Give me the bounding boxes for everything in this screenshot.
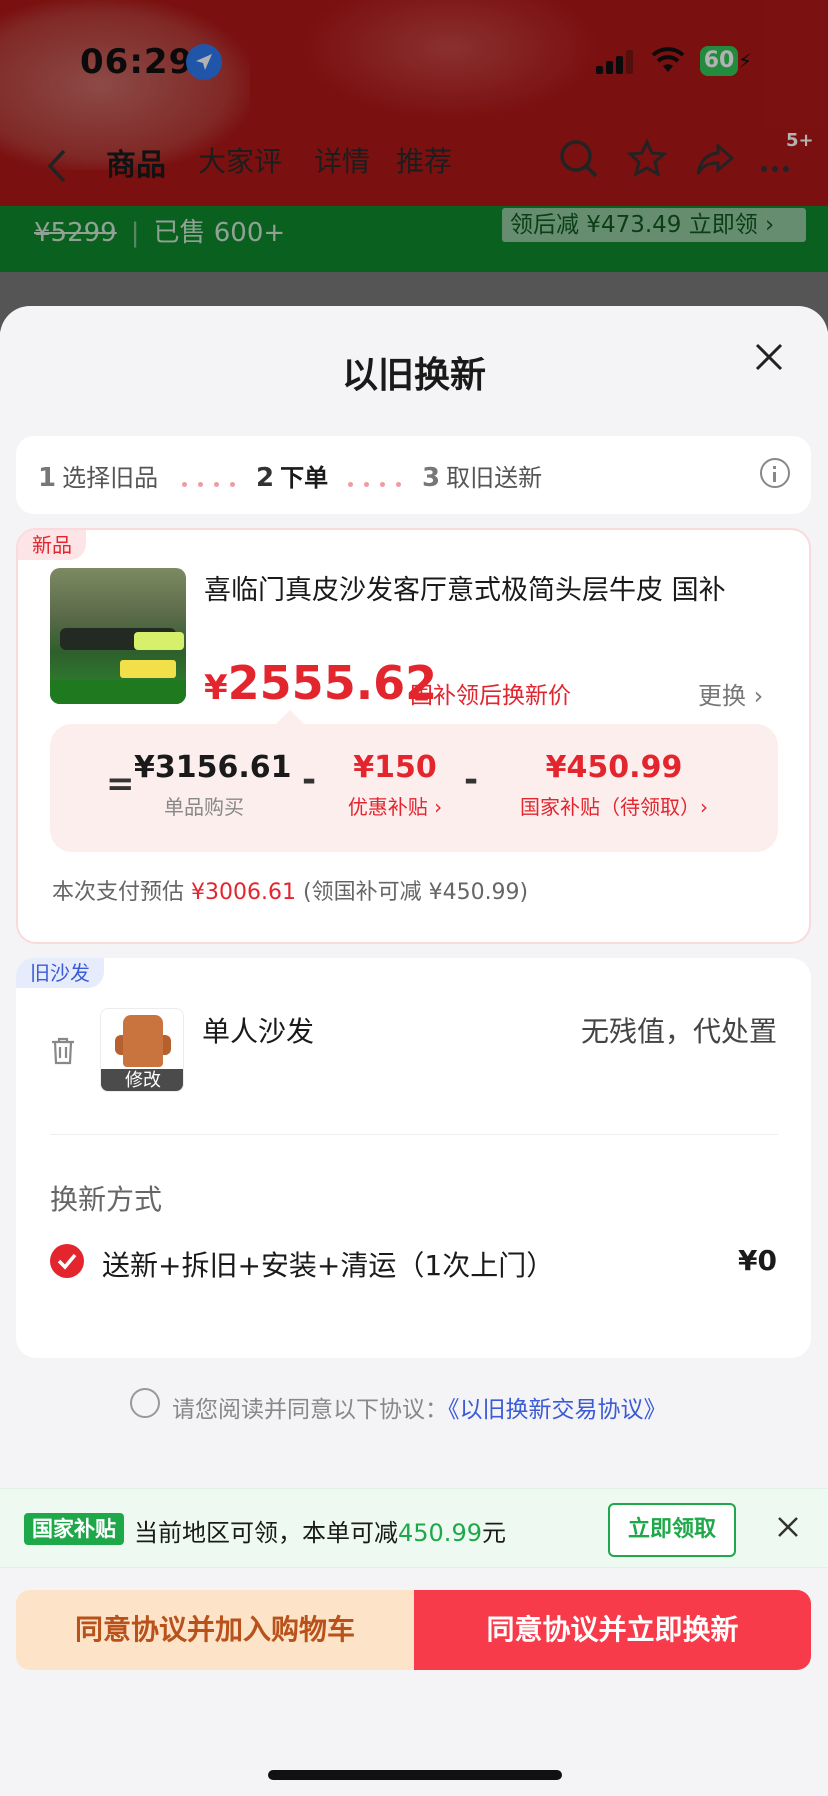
national-subsidy-item[interactable]: ¥450.99 国家补贴（待领取）› <box>504 750 724 820</box>
method-option[interactable]: 送新+拆旧+安装+清运（1次上门） <box>102 1244 554 1284</box>
old-item-card: 旧沙发 修改 单人沙发 无残值，代处置 换新方式 送新+拆旧+安装+清运（1次上… <box>16 958 811 1358</box>
old-item-tag: 旧沙发 <box>16 958 104 988</box>
step-connector <box>182 472 246 487</box>
agreement-radio[interactable] <box>130 1388 160 1418</box>
home-indicator <box>268 1770 562 1780</box>
subsidy-text: 当前地区可领，本单可减450.99元 <box>134 1519 506 1547</box>
trade-in-price: ¥2555.62 <box>204 656 438 710</box>
step-connector <box>348 472 412 487</box>
progress-steps: 1 选择旧品 2 下单 3 取旧送新 <box>16 436 811 514</box>
old-item-name: 单人沙发 <box>202 1015 315 1048</box>
checked-icon[interactable] <box>50 1244 84 1278</box>
price-note: 国补领后换新价 <box>410 683 571 709</box>
trade-in-now-button[interactable]: 同意协议并立即换新 <box>414 1590 811 1670</box>
modal-overlay[interactable] <box>0 0 828 330</box>
old-item-image[interactable]: 修改 <box>100 1008 184 1092</box>
subsidy-badge: 国家补贴 <box>24 1513 124 1545</box>
old-item-value: 无残值，代处置 <box>580 1015 777 1048</box>
add-to-cart-button[interactable]: 同意协议并加入购物车 <box>16 1590 414 1670</box>
subsidy-banner: 国家补贴 当前地区可领，本单可减450.99元 立即领取 <box>0 1488 828 1568</box>
product-image[interactable] <box>50 568 186 704</box>
sheet-title: 以旧换新 <box>341 355 486 396</box>
info-icon[interactable] <box>760 458 790 488</box>
new-product-card: 新品 喜临门真皮沙发客厅意式极简头层牛皮 国补 ¥2555.62 国补领后换新价… <box>16 528 811 944</box>
base-price-item: ¥3156.61 单品购买 <box>134 750 292 819</box>
method-title: 换新方式 <box>50 1183 163 1216</box>
change-product-link[interactable]: 更换 › <box>698 676 763 711</box>
discount-subsidy-item[interactable]: ¥150 优惠补贴 › <box>340 750 450 820</box>
step-order: 2 下单 <box>256 463 329 493</box>
payment-estimate: 本次支付预估 ¥3006.61 (领国补可减 ¥450.99) <box>52 880 529 905</box>
agreement-text: 请您阅读并同意以下协议：《以旧换新交易协议》 <box>172 1397 667 1423</box>
modify-button[interactable]: 修改 <box>101 1069 183 1091</box>
price-breakdown: = ¥3156.61 单品购买 - ¥150 优惠补贴 › - ¥450.99 … <box>50 709 778 852</box>
claim-subsidy-button[interactable]: 立即领取 <box>608 1503 736 1557</box>
trash-icon[interactable] <box>50 1036 76 1070</box>
close-icon[interactable] <box>776 1515 800 1543</box>
minus-sign: - <box>464 760 479 800</box>
method-price: ¥0 <box>738 1244 777 1277</box>
payment-amount: ¥3006.61 <box>191 880 296 905</box>
agreement-link[interactable]: 《以旧换新交易协议》 <box>448 1397 667 1423</box>
minus-sign: - <box>302 760 317 800</box>
divider <box>50 1134 778 1135</box>
equals-sign: = <box>106 764 135 804</box>
product-title[interactable]: 喜临门真皮沙发客厅意式极简头层牛皮 国补 <box>204 568 784 607</box>
step-pickup-deliver: 3 取旧送新 <box>422 463 543 493</box>
step-select-old: 1 选择旧品 <box>38 463 159 493</box>
close-icon[interactable] <box>754 342 784 372</box>
new-item-tag: 新品 <box>18 530 86 560</box>
trade-in-sheet: 以旧换新 1 选择旧品 2 下单 3 取旧送新 新品 喜临门真皮沙发客厅意式极简头层牛… <box>0 306 828 1796</box>
